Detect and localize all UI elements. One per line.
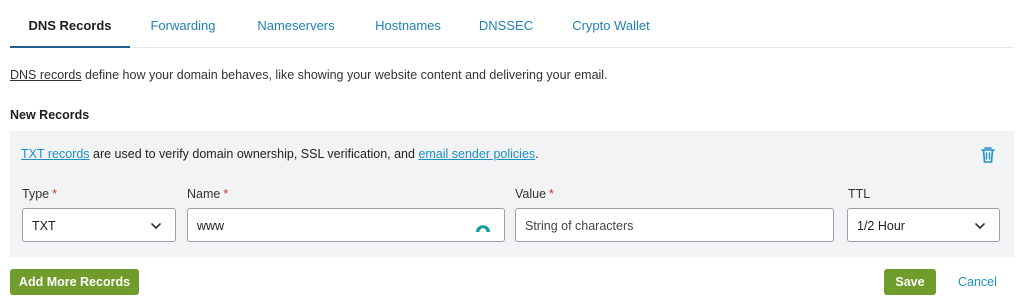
intro-text: DNS records define how your domain behav… [10,68,608,82]
record-info: TXT records are used to verify domain ow… [21,147,539,161]
value-input[interactable]: String of characters [515,208,834,242]
tab-forwarding[interactable]: Forwarding [143,0,223,48]
name-input[interactable]: www [187,208,505,242]
ttl-label: TTL [848,187,870,201]
dns-records-link[interactable]: DNS records [10,68,82,82]
required-marker: * [549,187,554,201]
tab-dns-records[interactable]: DNS Records [10,0,130,48]
tab-hostnames[interactable]: Hostnames [368,0,448,48]
tab-nameservers[interactable]: Nameservers [251,0,341,48]
tab-dnssec[interactable]: DNSSEC [475,0,537,48]
trash-icon[interactable] [978,145,998,165]
name-label: Name * [187,187,228,201]
required-marker: * [52,187,57,201]
value-input-placeholder: String of characters [525,219,634,233]
chevron-down-icon [975,223,985,229]
tab-crypto-wallet[interactable]: Crypto Wallet [566,0,656,48]
email-sender-policies-link[interactable]: email sender policies [418,147,535,161]
name-input-value: www [197,219,225,233]
type-select-value: TXT [32,219,56,233]
required-marker: * [223,187,229,201]
record-panel: TXT records are used to verify domain ow… [10,131,1014,257]
ttl-select-value: 1/2 Hour [857,219,905,233]
cancel-button[interactable]: Cancel [958,269,997,295]
password-manager-icon[interactable] [474,218,492,234]
name-label-text: Name [187,187,221,201]
type-label-text: Type [22,187,50,201]
type-label: Type * [22,187,57,201]
type-select[interactable]: TXT [22,208,176,242]
save-button[interactable]: Save [884,269,936,295]
value-label-text: Value [515,187,547,201]
value-label: Value * [515,187,554,201]
ttl-label-text: TTL [848,187,871,201]
record-info-period: . [535,147,539,161]
record-info-text: are used to verify domain ownership, SSL… [89,147,419,161]
ttl-select[interactable]: 1/2 Hour [847,208,1000,242]
chevron-down-icon [151,223,161,229]
intro-description: define how your domain behaves, like sho… [81,68,608,82]
section-title: New Records [10,108,90,122]
add-more-records-button[interactable]: Add More Records [10,269,139,295]
tab-bar: DNS Records Forwarding Nameservers Hostn… [10,0,1014,48]
txt-records-link[interactable]: TXT records [21,147,90,161]
